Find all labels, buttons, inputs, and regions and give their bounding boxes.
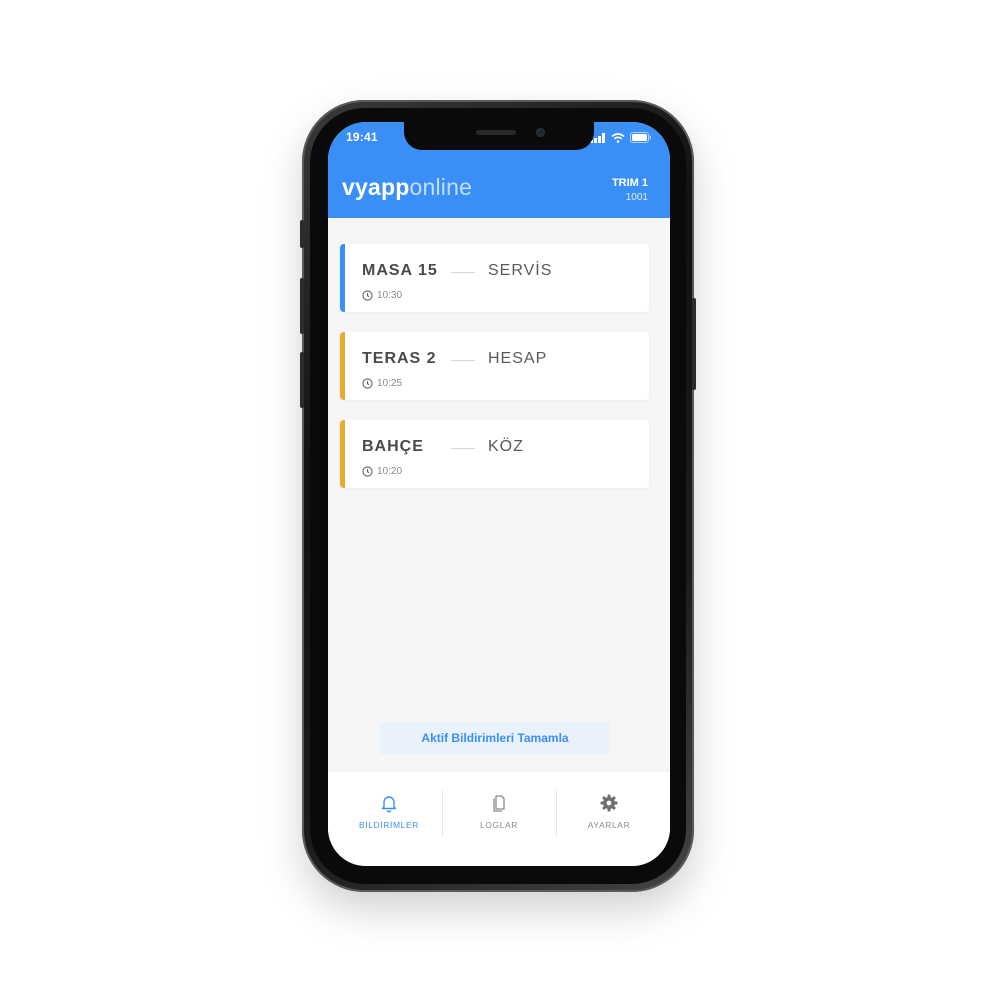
notification-action: HESAP bbox=[488, 350, 548, 367]
notification-card[interactable]: BAHÇE KÖZ 10:20 bbox=[340, 420, 649, 488]
separator-line bbox=[451, 448, 475, 449]
notch bbox=[404, 122, 594, 150]
document-icon bbox=[493, 795, 505, 812]
complete-notifications-button[interactable]: Aktif Bildirimleri Tamamla bbox=[380, 722, 610, 754]
status-icons bbox=[590, 132, 652, 143]
separator-line bbox=[451, 360, 475, 361]
status-time: 19:41 bbox=[346, 130, 378, 144]
tab-notifications[interactable]: BİLDİRİMLER bbox=[332, 788, 446, 838]
notification-list: MASA 15 SERVİS 10:30 TERAS 2 HESAP 10:25… bbox=[340, 244, 649, 508]
card-accent-bar bbox=[340, 244, 345, 312]
tab-label: LOGLAR bbox=[479, 820, 519, 830]
tab-label: AYARLAR bbox=[587, 820, 631, 830]
notification-action: SERVİS bbox=[488, 262, 553, 279]
notification-time: 10:25 bbox=[362, 378, 402, 389]
notification-time-text: 10:25 bbox=[377, 378, 403, 389]
tab-settings[interactable]: AYARLAR bbox=[552, 788, 666, 838]
clock-icon bbox=[362, 290, 373, 301]
mute-switch bbox=[300, 220, 304, 248]
notification-card[interactable]: MASA 15 SERVİS 10:30 bbox=[340, 244, 649, 312]
volume-down-button bbox=[300, 352, 304, 408]
separator-line bbox=[451, 272, 475, 273]
notification-place: MASA 15 bbox=[362, 262, 438, 279]
power-button bbox=[692, 298, 696, 390]
notification-time-text: 10:30 bbox=[377, 290, 403, 301]
tab-label: BİLDİRİMLER bbox=[359, 820, 419, 830]
terminal-name: TRIM 1 bbox=[611, 177, 648, 189]
notification-place: BAHÇE bbox=[362, 438, 424, 455]
app-logo: vyapponline bbox=[342, 174, 472, 201]
earpiece-speaker bbox=[476, 130, 516, 135]
logo-light-text: online bbox=[409, 174, 473, 200]
notification-card[interactable]: TERAS 2 HESAP 10:25 bbox=[340, 332, 649, 400]
volume-up-button bbox=[300, 278, 304, 334]
notification-place: TERAS 2 bbox=[362, 350, 437, 367]
clock-icon bbox=[362, 378, 373, 389]
tab-logs[interactable]: LOGLAR bbox=[442, 788, 556, 838]
notification-time: 10:20 bbox=[362, 466, 402, 477]
terminal-id: 1001 bbox=[625, 192, 648, 203]
front-camera bbox=[536, 128, 545, 137]
notification-time-text: 10:20 bbox=[377, 466, 403, 477]
gear-icon bbox=[600, 794, 618, 812]
bottom-tab-bar: BİLDİRİMLER LOGLAR AYARLAR bbox=[328, 772, 670, 866]
phone-screen: 19:41 vyapponline TRIM 1 1001 MASA 15 SE… bbox=[328, 122, 670, 866]
notification-time: 10:30 bbox=[362, 290, 402, 301]
battery-icon bbox=[630, 132, 651, 143]
terminal-info: TRIM 1 1001 bbox=[612, 177, 648, 203]
wifi-icon bbox=[611, 132, 625, 143]
card-accent-bar bbox=[340, 332, 345, 400]
notification-action: KÖZ bbox=[488, 438, 524, 455]
logo-bold-text: vyapp bbox=[342, 174, 410, 200]
clock-icon bbox=[362, 466, 373, 477]
card-accent-bar bbox=[340, 420, 345, 488]
bell-icon bbox=[381, 796, 397, 813]
